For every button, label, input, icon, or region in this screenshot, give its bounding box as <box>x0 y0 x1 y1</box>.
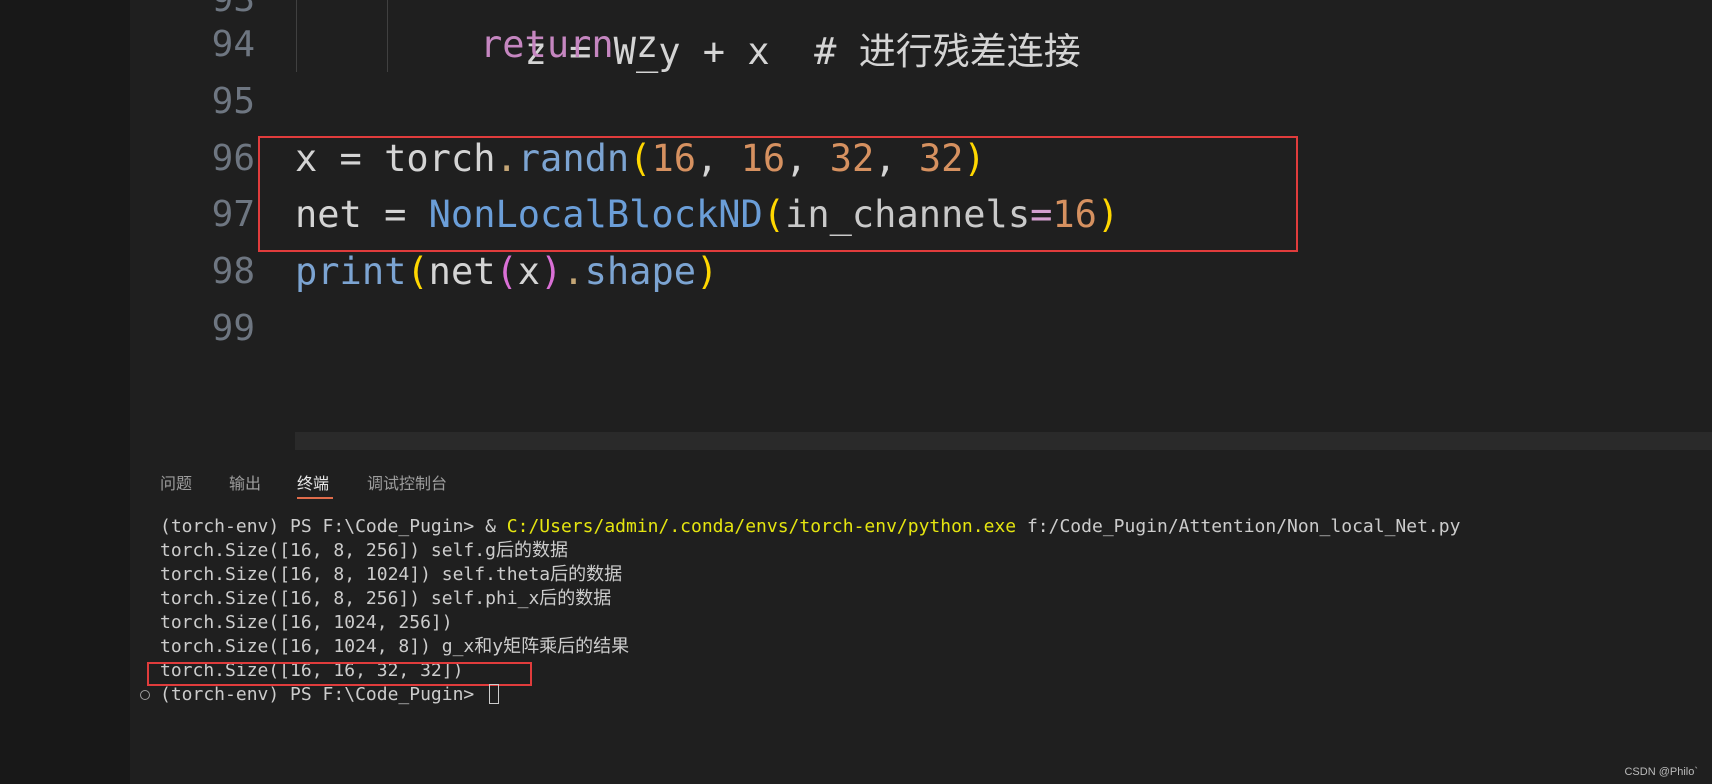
code-token: net <box>428 250 496 293</box>
tab-debug-console[interactable]: 调试控制台 <box>367 466 447 502</box>
terminal-output-line: torch.Size([16, 8, 1024]) self.theta后的数据 <box>160 564 623 585</box>
indent-guide <box>296 0 297 72</box>
code-line-98: print(net(x).shape) <box>295 244 718 300</box>
code-token: print <box>295 250 407 293</box>
line-number: 94 <box>211 24 255 65</box>
terminal-prompt: (torch-env) PS F:\Code_Pugin> <box>160 684 486 705</box>
line-number: 96 <box>211 138 255 179</box>
active-tab-indicator <box>297 497 333 499</box>
watermark: CSDN @Philo` <box>1624 766 1698 778</box>
indent-guide <box>387 0 388 72</box>
keyword-return: return <box>480 23 614 66</box>
code-token: ( <box>495 250 518 293</box>
terminal-output-line: torch.Size([16, 1024, 256]) <box>160 612 453 633</box>
terminal-command-line: (torch-env) PS F:\Code_Pugin> & C:/Users… <box>160 515 1460 539</box>
circle-icon <box>140 690 150 700</box>
code-line-94: return z <box>480 17 658 73</box>
terminal-output-line: torch.Size([16, 8, 256]) self.phi_x后的数据 <box>160 588 612 609</box>
activity-strip <box>0 0 130 784</box>
terminal-prompt: (torch-env) PS F:\Code_Pugin> & <box>160 516 507 537</box>
terminal-output-line: torch.Size([16, 8, 256]) self.g后的数据 <box>160 540 568 561</box>
line-number: 99 <box>211 308 255 349</box>
cursor-icon <box>489 684 500 704</box>
code-token: ) <box>540 250 563 293</box>
line-number: 97 <box>211 194 255 235</box>
terminal-prompt-line[interactable]: (torch-env) PS F:\Code_Pugin> <box>160 683 500 707</box>
code-token: x <box>517 250 541 293</box>
code-token: ( <box>406 250 429 293</box>
terminal-output-line: torch.Size([16, 1024, 8]) g_x和y矩阵乘后的结果 <box>160 636 630 657</box>
code-highlight-box <box>258 136 1298 252</box>
tab-output[interactable]: 输出 <box>229 466 261 502</box>
code-token: ) <box>696 250 719 293</box>
code-token: . <box>562 250 585 293</box>
terminal-script-path: f:/Code_Pugin/Attention/Non_local_Net.py <box>1016 516 1461 537</box>
line-number: 95 <box>211 81 255 122</box>
terminal-exe-path: C:/Users/admin/.conda/envs/torch-env/pyt… <box>506 516 1017 537</box>
code-token: shape <box>584 250 697 293</box>
tab-problems[interactable]: 问题 <box>160 466 192 502</box>
code-token: z <box>613 23 659 66</box>
line-number: 98 <box>211 251 255 292</box>
horizontal-scrollbar[interactable] <box>295 432 1712 450</box>
